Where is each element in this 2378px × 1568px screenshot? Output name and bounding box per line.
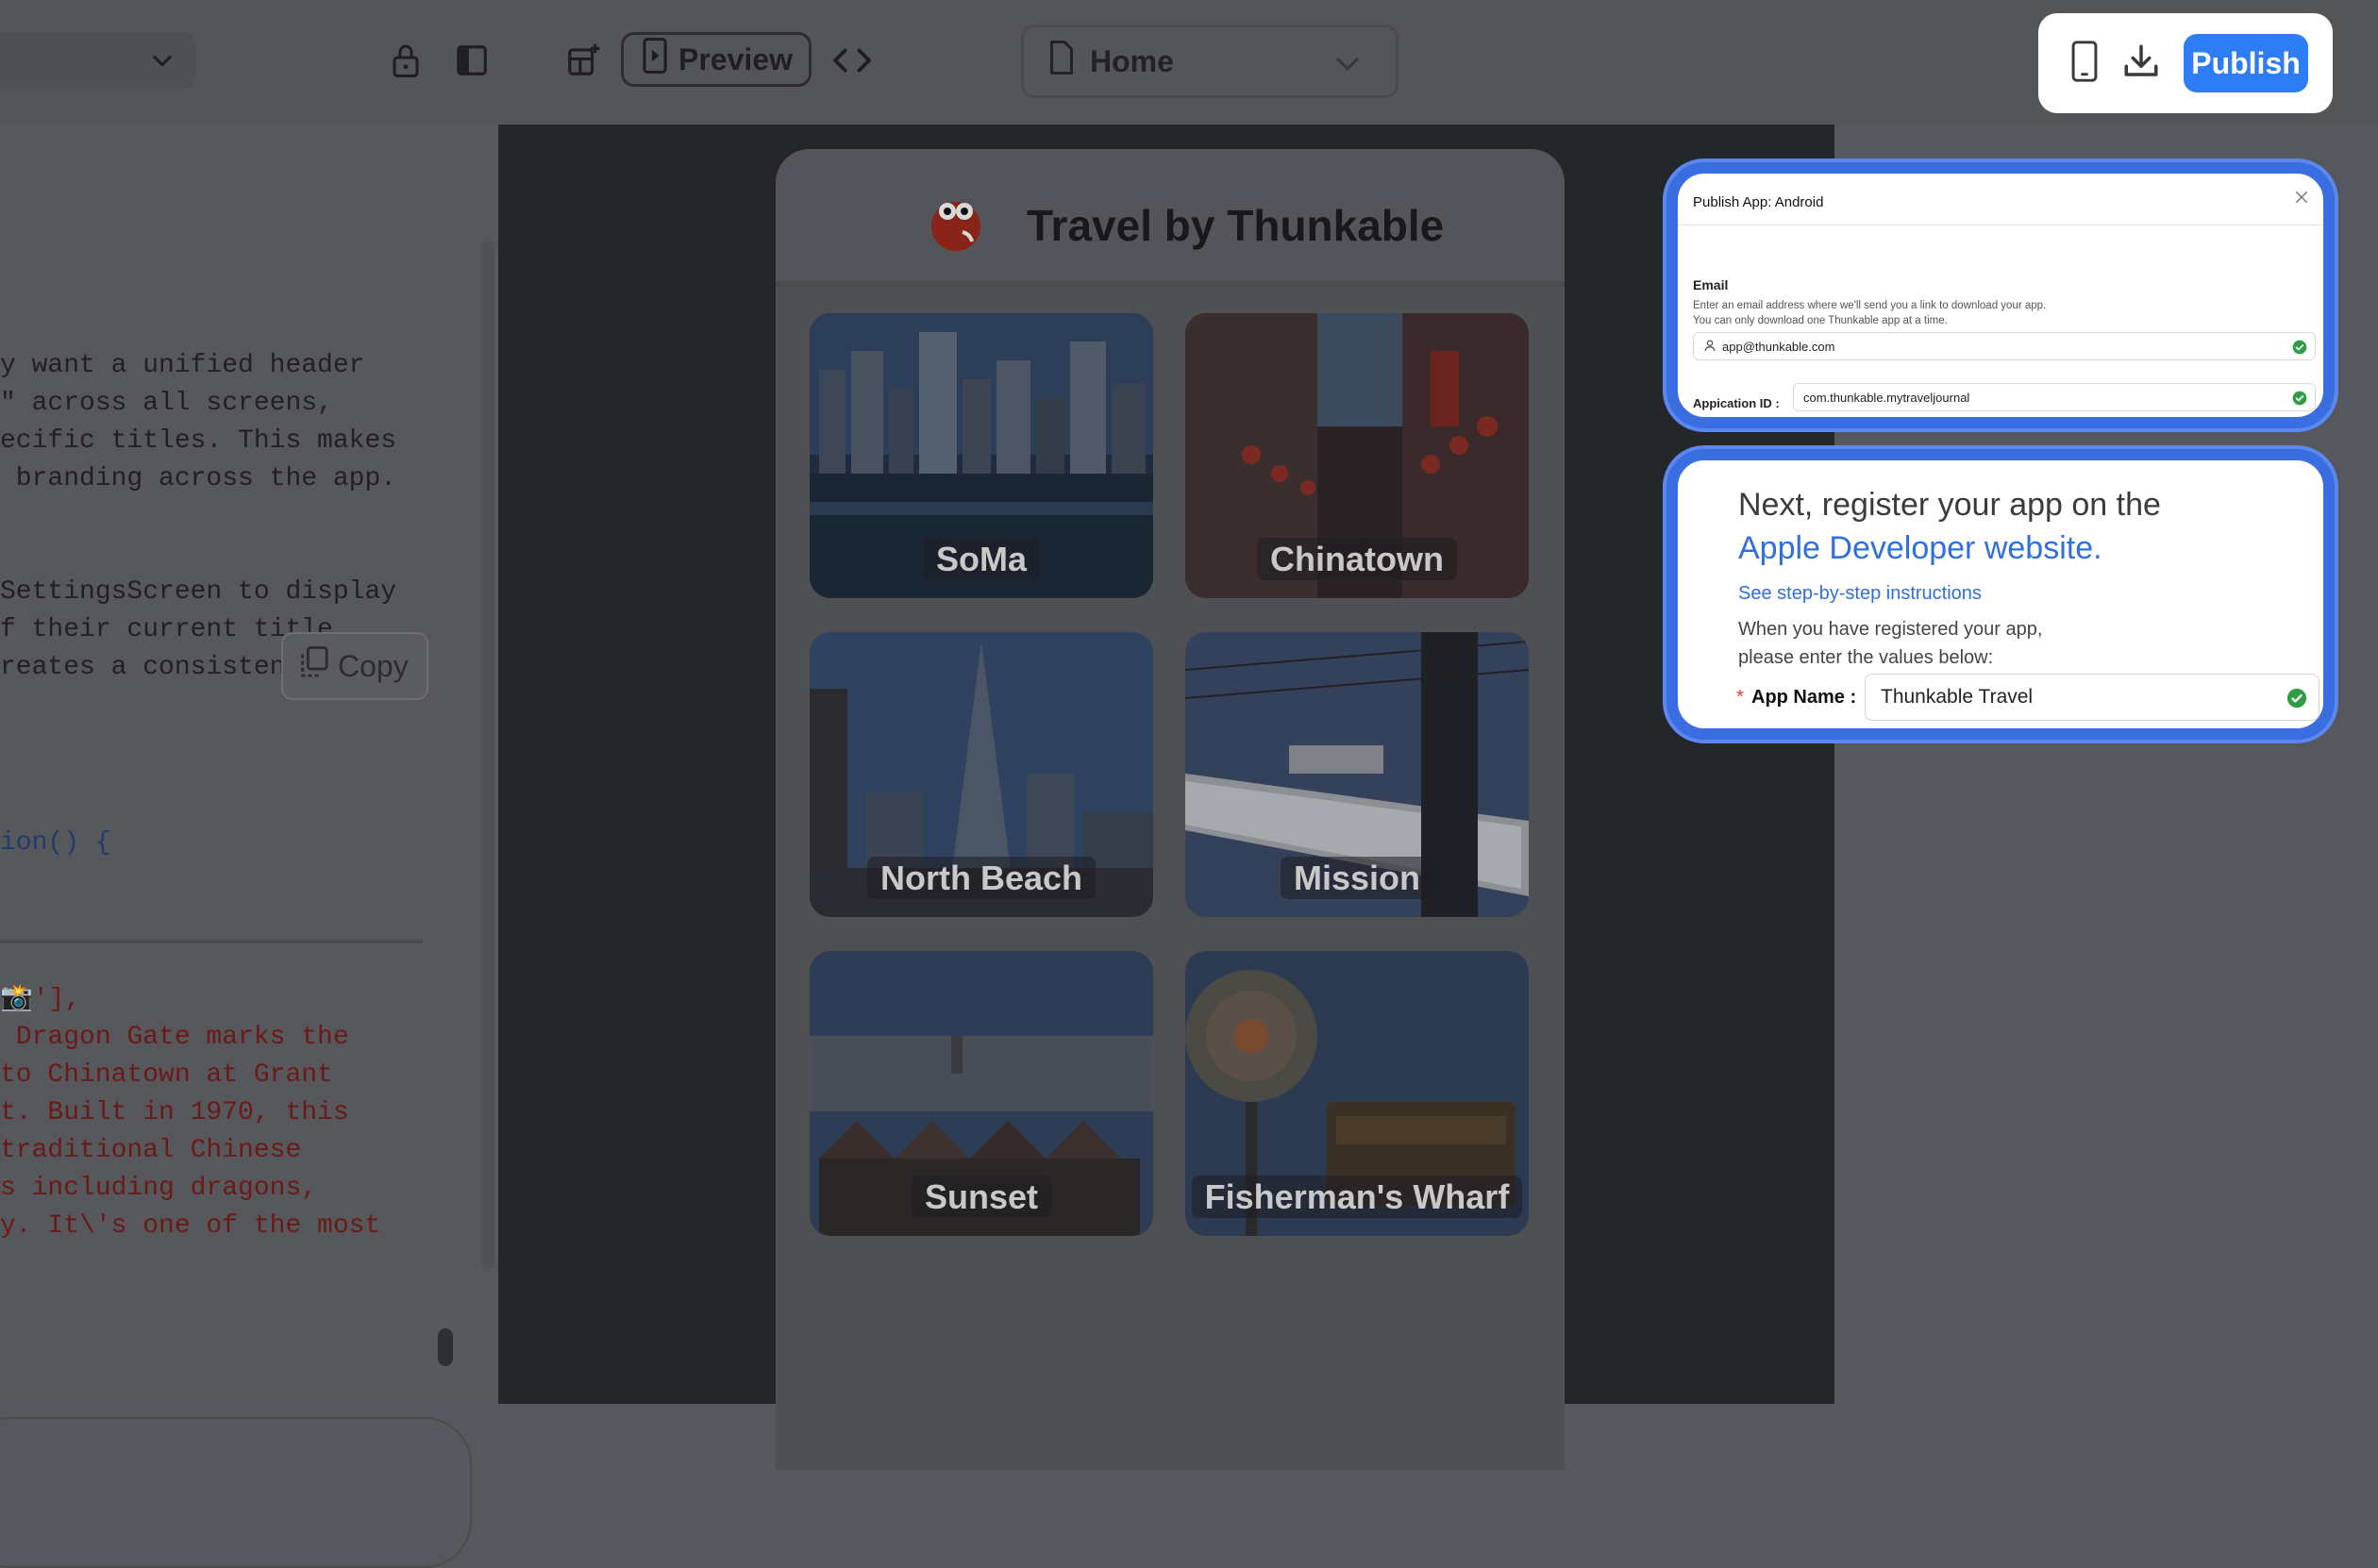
panel-toggle-icon[interactable] — [444, 32, 500, 89]
screen-select-value: Home — [1090, 43, 1174, 78]
check-circle-icon — [2292, 391, 2307, 409]
app-header: Travel by Thunkable — [776, 149, 1565, 287]
instructions-link[interactable]: See step-by-step instructions — [1738, 583, 1982, 605]
neighborhood-tile[interactable]: SoMa — [810, 313, 1153, 598]
add-component-icon[interactable] — [555, 32, 611, 89]
check-circle-icon — [2292, 340, 2307, 358]
phone-device-icon[interactable] — [2070, 40, 2099, 87]
tile-label: Sunset — [810, 1176, 1153, 1218]
code-line: 📸'], — [0, 985, 81, 1014]
app-title: Travel by Thunkable — [1027, 201, 1445, 250]
code-line: ecific titles. This makes — [0, 426, 397, 456]
required-mark: * — [1736, 687, 1744, 708]
code-line: reates a consistent — [0, 653, 302, 682]
code-line: y. It\'s one of the most — [0, 1211, 381, 1241]
neighborhood-tile[interactable]: Chinatown — [1185, 313, 1529, 598]
chevron-down-icon — [1333, 50, 1362, 86]
apple-developer-link[interactable]: Apple Developer website. — [1738, 526, 2161, 570]
project-select[interactable] — [0, 32, 196, 89]
code-view-icon[interactable] — [824, 32, 880, 89]
code-line: t. Built in 1970, this — [0, 1098, 349, 1127]
preview-label: Preview — [678, 42, 793, 76]
page-icon — [1048, 41, 1075, 82]
publish-button[interactable]: Publish — [2184, 34, 2308, 92]
publish-android-dialog: Publish App: Android Email Enter an emai… — [1666, 162, 2335, 428]
email-value: app@thunkable.com — [1722, 339, 1835, 354]
code-line: traditional Chinese — [0, 1136, 302, 1165]
publish-toolbar: Publish — [2038, 13, 2333, 113]
tile-label: North Beach — [810, 857, 1153, 899]
preview-button[interactable]: Preview — [621, 32, 812, 87]
close-icon[interactable] — [2293, 189, 2310, 210]
neighborhood-tile[interactable]: Fisherman's Wharf — [1185, 951, 1529, 1236]
tile-label: SoMa — [810, 538, 1153, 580]
top-toolbar: Preview Home — [0, 0, 2378, 125]
code-line: Dragon Gate marks the — [0, 1023, 349, 1052]
copy-icon — [298, 646, 328, 686]
app-name-label: App Name : — [1751, 687, 1857, 708]
check-circle-icon — [2286, 688, 2307, 714]
code-line: SettingsScreen to display — [0, 577, 397, 607]
dialog-title: Publish App: Android — [1693, 194, 1824, 210]
lock-icon[interactable] — [377, 32, 434, 89]
screen-select[interactable]: Home — [1021, 25, 1398, 98]
chevron-down-icon — [149, 47, 176, 78]
code-scroll-thumb[interactable] — [438, 1328, 453, 1366]
user-icon — [1703, 339, 1717, 355]
app-name-value: Thunkable Travel — [1881, 686, 2034, 708]
code-line: s including dragons, — [0, 1174, 318, 1203]
email-label: Email — [1693, 277, 1729, 292]
divider — [0, 940, 423, 943]
panel-scrollbar[interactable] — [481, 241, 494, 1269]
copy-label: Copy — [338, 648, 409, 683]
register-heading: Next, register your app on the Apple Dev… — [1738, 483, 2161, 570]
neighborhood-tile[interactable]: Sunset — [810, 951, 1153, 1236]
appid-label: Appication ID : — [1693, 396, 1780, 410]
appid-value: com.thunkable.mytraveljournal — [1803, 390, 1970, 405]
neighborhood-tile[interactable]: North Beach — [810, 632, 1153, 917]
code-line: ion() { — [0, 828, 111, 858]
tile-label: Fisherman's Wharf — [1185, 1176, 1529, 1218]
code-line: branding across the app. — [0, 464, 397, 493]
tile-label: Chinatown — [1185, 538, 1529, 580]
neighborhood-tile[interactable]: Mission — [1185, 632, 1529, 917]
phone-preview: Travel by Thunkable SoMa Chinatown North… — [776, 149, 1565, 1470]
app-name-field[interactable]: Thunkable Travel — [1865, 674, 2319, 721]
code-line: to Chinatown at Grant — [0, 1060, 333, 1090]
chat-input-box[interactable] — [0, 1417, 472, 1568]
tile-label: Mission — [1185, 857, 1529, 899]
appid-field[interactable]: com.thunkable.mytraveljournal — [1793, 383, 2316, 411]
copy-button[interactable]: Copy — [281, 632, 428, 700]
play-screen-icon — [643, 38, 667, 81]
code-panel: y want a unified header " across all scr… — [0, 125, 498, 1568]
email-field[interactable]: app@thunkable.com — [1693, 332, 2316, 360]
register-description: When you have registered your app, pleas… — [1738, 619, 2043, 668]
thunkable-logo-icon — [931, 202, 980, 251]
code-line: y want a unified header — [0, 351, 365, 380]
download-icon[interactable] — [2121, 42, 2161, 86]
code-line: " across all screens, — [0, 389, 333, 418]
apple-register-card: Next, register your app on the Apple Dev… — [1666, 449, 2335, 740]
email-help-text: Enter an email address where we'll send … — [1693, 300, 2047, 326]
